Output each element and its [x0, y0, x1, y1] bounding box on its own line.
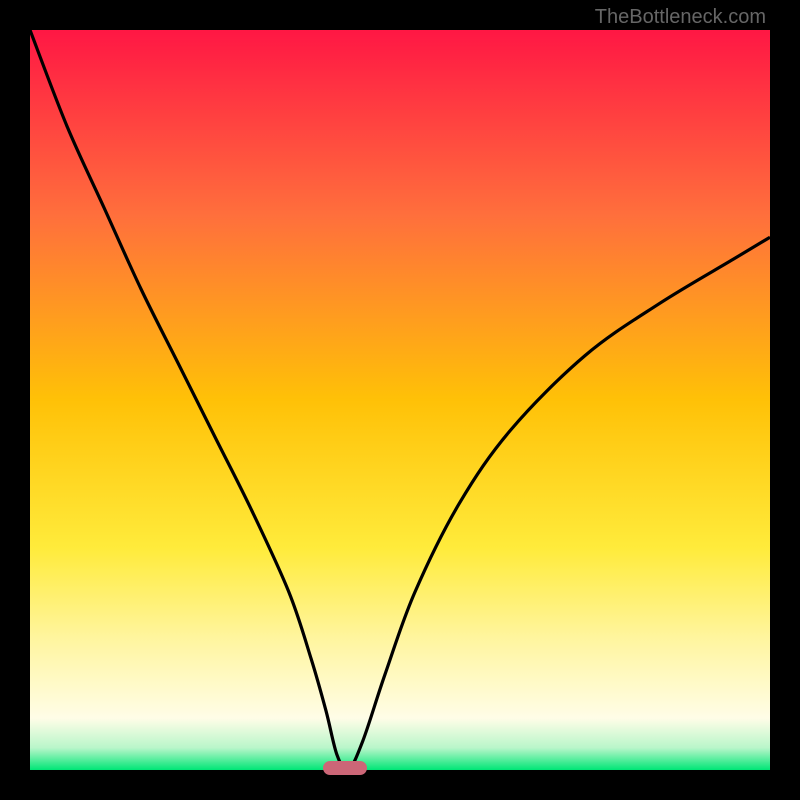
chart-svg	[30, 30, 770, 770]
plot-area	[30, 30, 770, 770]
chart-background	[30, 30, 770, 770]
watermark-label: TheBottleneck.com	[595, 6, 766, 29]
minimum-marker	[323, 761, 367, 775]
